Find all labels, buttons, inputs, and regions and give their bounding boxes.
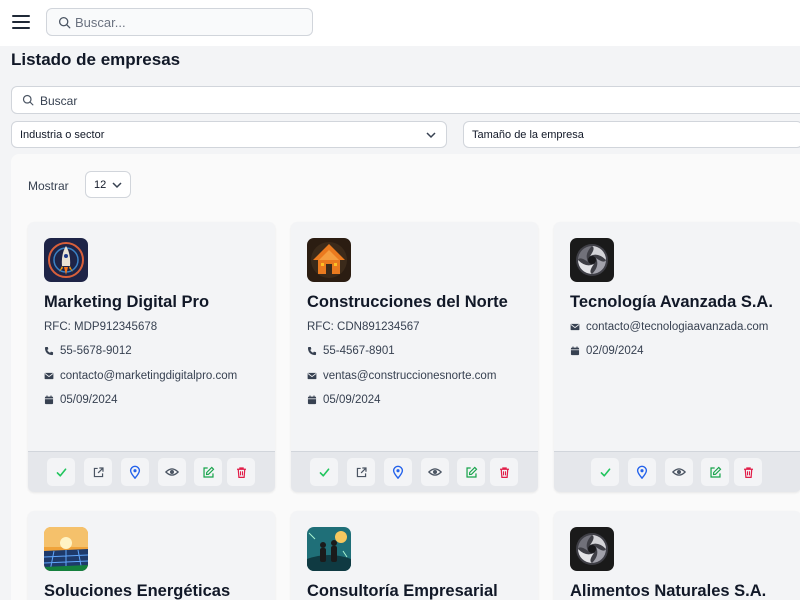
top-bar [0, 0, 800, 46]
company-rfc: RFC: CDN891234567 [307, 321, 420, 333]
chevron-down-icon [112, 182, 122, 189]
search-icon [58, 16, 71, 29]
eye-icon [672, 465, 686, 479]
eye-icon [165, 465, 179, 479]
mail-icon [44, 371, 54, 381]
trash-icon [235, 466, 248, 479]
company-phone: 55-4567-8901 [307, 345, 395, 357]
company-name: Soluciones Energéticas [44, 582, 231, 600]
company-card[interactable]: Marketing Digital Pro RFC: MDP912345678 … [28, 222, 275, 492]
company-card[interactable]: Tecnología Avanzada S.A. contacto@tecnol… [554, 222, 800, 492]
location-button[interactable] [384, 458, 412, 486]
external-link-icon [355, 466, 368, 479]
company-date: 05/09/2024 [44, 394, 118, 406]
phone-icon [307, 346, 317, 356]
map-pin-icon [391, 465, 405, 479]
show-label: Mostrar [28, 179, 69, 193]
open-external-button[interactable] [347, 458, 375, 486]
page-size-value: 12 [94, 179, 107, 191]
company-date: 02/09/2024 [570, 345, 644, 357]
global-search[interactable] [46, 8, 313, 36]
view-button[interactable] [421, 458, 449, 486]
company-phone-value: 55-4567-8901 [323, 345, 395, 357]
mail-icon [307, 371, 317, 381]
company-name: Consultoría Empresarial [307, 582, 498, 600]
industry-select[interactable]: Industria o sector [11, 121, 447, 148]
page-title: Listado de empresas [11, 50, 181, 69]
view-button[interactable] [665, 458, 693, 486]
company-name: Construcciones del Norte [307, 293, 508, 311]
company-date-value: 05/09/2024 [323, 394, 381, 406]
company-date-value: 05/09/2024 [60, 394, 118, 406]
delete-button[interactable] [490, 458, 518, 486]
trash-icon [498, 466, 511, 479]
company-rfc: RFC: MDP912345678 [44, 321, 158, 333]
company-phone: 55-5678-9012 [44, 345, 132, 357]
edit-icon [465, 466, 478, 479]
company-date-value: 02/09/2024 [586, 345, 644, 357]
company-card[interactable]: Consultoría Empresarial [291, 511, 538, 600]
location-button[interactable] [628, 458, 656, 486]
edit-button[interactable] [194, 458, 222, 486]
people-logo-icon [307, 527, 351, 571]
chevron-down-icon [426, 132, 436, 139]
company-email-value: contacto@marketingdigitalpro.com [60, 370, 238, 382]
delete-button[interactable] [734, 458, 762, 486]
company-size-select[interactable]: Tamaño de la empresa [463, 121, 800, 148]
company-phone-value: 55-5678-9012 [60, 345, 132, 357]
global-search-input[interactable] [75, 13, 305, 31]
calendar-icon [44, 395, 54, 405]
rocket-logo-icon [44, 238, 88, 282]
location-button[interactable] [121, 458, 149, 486]
company-search[interactable] [11, 86, 800, 114]
company-name: Alimentos Naturales S.A. [570, 582, 767, 600]
solar-logo-icon [44, 527, 88, 571]
company-name: Tecnología Avanzada S.A. [570, 293, 773, 311]
view-button[interactable] [158, 458, 186, 486]
swirl-logo-icon [570, 527, 614, 571]
check-icon [599, 466, 612, 479]
approve-button[interactable] [310, 458, 338, 486]
company-email: contacto@tecnologiaavanzada.com [570, 321, 768, 333]
mail-icon [570, 322, 580, 332]
edit-icon [202, 466, 215, 479]
approve-button[interactable] [591, 458, 619, 486]
map-pin-icon [635, 465, 649, 479]
company-card[interactable]: Construcciones del Norte RFC: CDN8912345… [291, 222, 538, 492]
company-email-value: contacto@tecnologiaavanzada.com [586, 321, 769, 333]
edit-button[interactable] [701, 458, 729, 486]
trash-icon [742, 466, 755, 479]
map-pin-icon [128, 465, 142, 479]
company-search-input[interactable] [40, 92, 540, 110]
check-icon [318, 466, 331, 479]
company-name: Marketing Digital Pro [44, 293, 210, 311]
house-logo-icon [307, 238, 351, 282]
phone-icon [44, 346, 54, 356]
company-card[interactable]: Alimentos Naturales S.A. [554, 511, 800, 600]
industry-select-label: Industria o sector [20, 129, 105, 141]
edit-button[interactable] [457, 458, 485, 486]
swirl-logo-icon [570, 238, 614, 282]
company-email: ventas@construccionesnorte.com [307, 370, 496, 382]
company-date: 05/09/2024 [307, 394, 381, 406]
company-email: contacto@marketingdigitalpro.com [44, 370, 237, 382]
search-icon [22, 94, 34, 106]
hamburger-menu-icon[interactable] [12, 15, 30, 29]
eye-icon [428, 465, 442, 479]
page-size-select[interactable]: 12 [85, 171, 131, 198]
calendar-icon [570, 346, 580, 356]
company-card[interactable]: Soluciones Energéticas [28, 511, 275, 600]
calendar-icon [307, 395, 317, 405]
company-email-value: ventas@construccionesnorte.com [323, 370, 497, 382]
check-icon [55, 466, 68, 479]
open-external-button[interactable] [84, 458, 112, 486]
approve-button[interactable] [47, 458, 75, 486]
delete-button[interactable] [227, 458, 255, 486]
external-link-icon [92, 466, 105, 479]
company-size-select-label: Tamaño de la empresa [472, 129, 584, 141]
edit-icon [709, 466, 722, 479]
